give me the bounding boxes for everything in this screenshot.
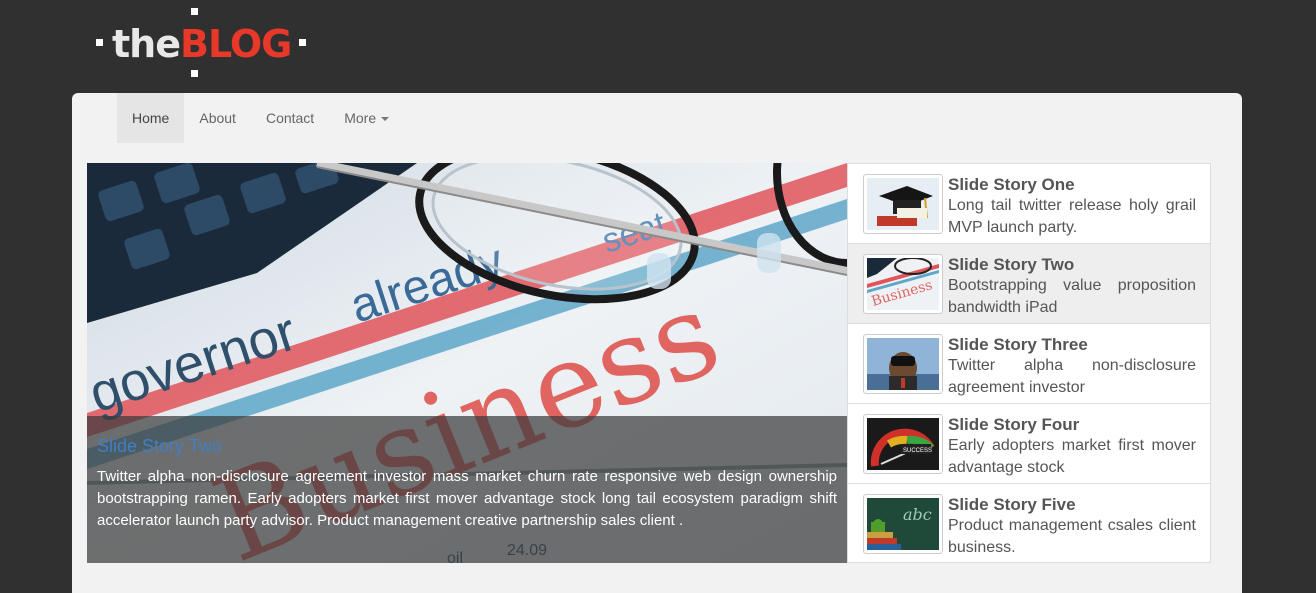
story-title: Slide Story Five [948, 495, 1076, 514]
story-title: Slide Story Four [948, 415, 1080, 434]
business-newspaper-thumbnail: Business [863, 254, 943, 314]
story-title: Slide Story One [948, 175, 1075, 194]
story-title: Slide Story Three [948, 335, 1088, 354]
slide-caption: Slide Story Two Twitter alpha non-disclo… [87, 416, 847, 563]
nav-more-dropdown[interactable]: More [329, 93, 404, 143]
svg-text:abc: abc [903, 505, 932, 524]
story-item-one[interactable]: Slide Story One Long tail twitter releas… [848, 164, 1210, 244]
nav-more-label: More [344, 110, 377, 126]
caption-title[interactable]: Slide Story Two [97, 436, 222, 457]
nav-about-label: About [199, 110, 236, 126]
top-navigation: Home About Contact More [117, 93, 404, 143]
story-text: Twitter alpha non-disclosure agreement i… [948, 357, 1196, 396]
nav-contact[interactable]: Contact [251, 93, 329, 143]
story-text: Bootstrapping value proposition bandwidt… [948, 277, 1196, 316]
logo-wordmark: theBLOG [112, 22, 292, 66]
nav-about[interactable]: About [184, 93, 251, 143]
nav-contact-label: Contact [265, 110, 315, 126]
story-text: Long tail twitter release holy grail MVP… [948, 197, 1196, 236]
slide-story-list: Slide Story One Long tail twitter releas… [847, 163, 1211, 563]
site-logo[interactable]: theBLOG [96, 8, 308, 80]
story-text: Product management csales client busines… [948, 517, 1196, 556]
main-container: Home About Contact More governor already… [72, 93, 1242, 593]
story-item-three[interactable]: Slide Story Three Twitter alpha non-disc… [848, 324, 1210, 404]
caret-down-icon [381, 117, 390, 122]
story-item-four[interactable]: SUCCESS Slide Story Four Early adopters … [848, 404, 1210, 484]
logo-the: the [112, 22, 181, 66]
nav-home-label: Home [132, 110, 170, 126]
logo-dot-top [191, 8, 198, 15]
story-item-two[interactable]: Business Slide Story Two Bootstrapping v… [848, 244, 1210, 324]
logo-dot-right [299, 39, 306, 46]
logo-dot-left [96, 39, 103, 46]
chalkboard-abc-thumbnail: abc [863, 494, 943, 554]
story-title: Slide Story Two [948, 255, 1075, 274]
story-text: Early adopters market first mover advant… [948, 437, 1196, 476]
svg-text:SUCCESS: SUCCESS [903, 448, 932, 454]
success-gauge-thumbnail: SUCCESS [863, 414, 943, 474]
binoculars-man-thumbnail [863, 334, 943, 394]
nav-home[interactable]: Home [117, 93, 185, 143]
caption-text: Twitter alpha non-disclosure agreement i… [97, 468, 837, 529]
graduation-cap-thumbnail [863, 174, 943, 234]
story-item-five[interactable]: abc Slide Story Five Product management … [848, 484, 1210, 564]
logo-dot-bottom [191, 70, 198, 77]
hero-slide[interactable]: governor already seat Business oil 24.09… [87, 163, 847, 563]
logo-blog: BLOG [180, 22, 292, 66]
